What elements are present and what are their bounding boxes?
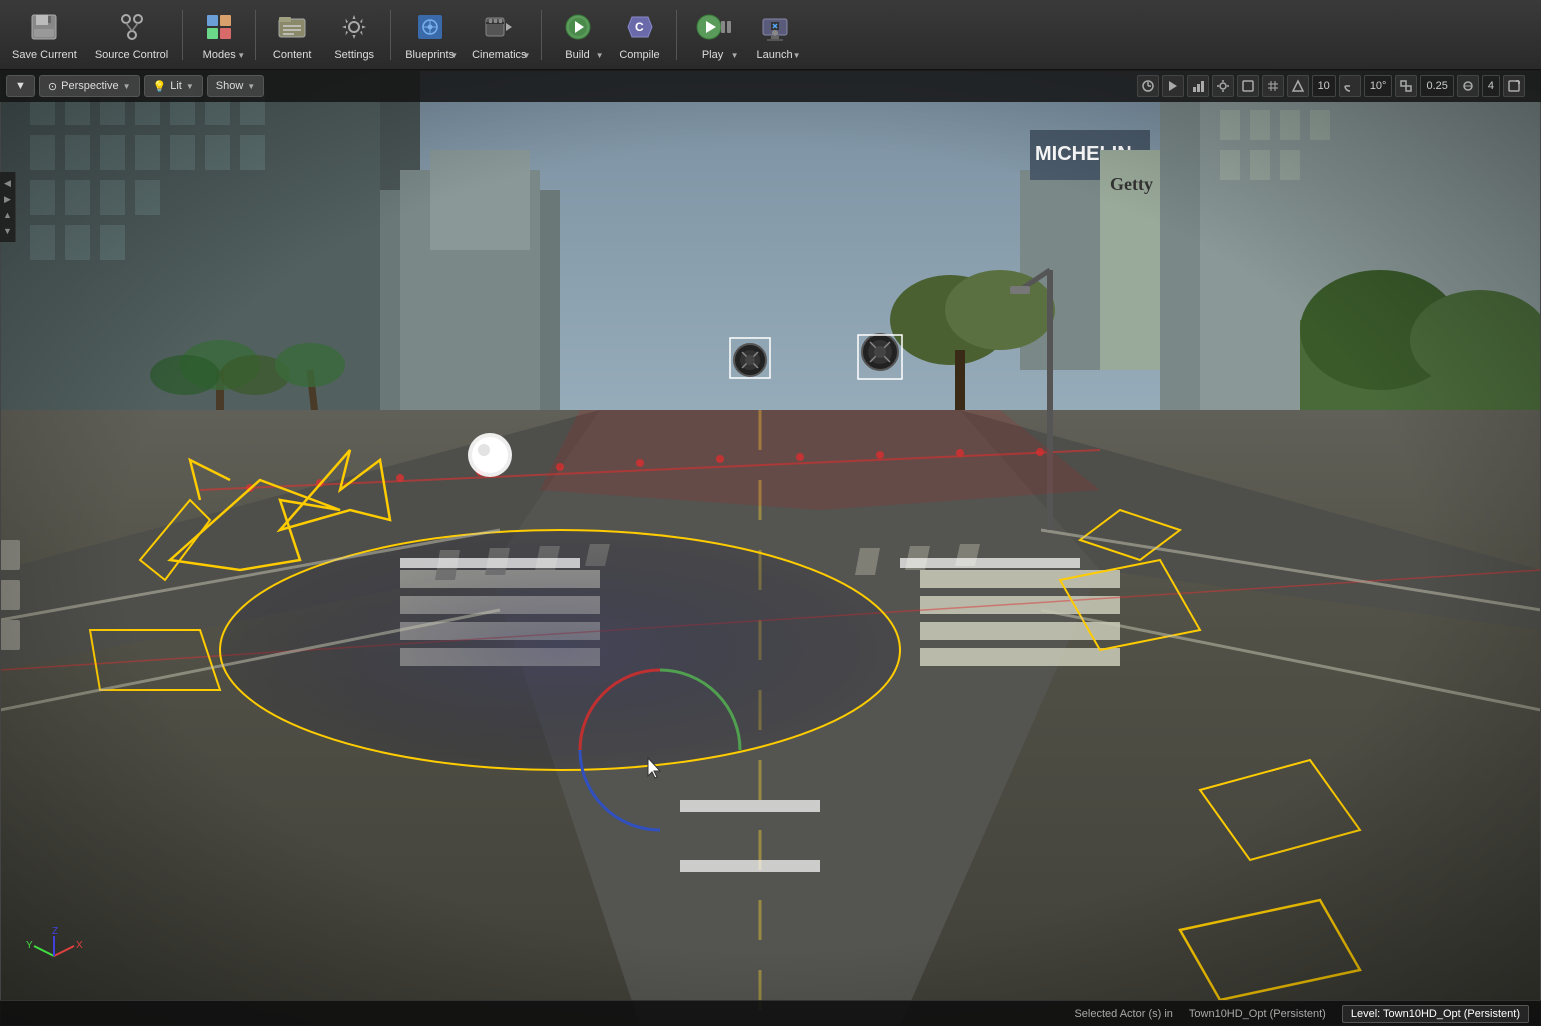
perspective-label: Perspective (61, 80, 118, 92)
selected-actor-text: Selected Actor (s) in (1074, 1008, 1172, 1020)
launch-icon (757, 9, 793, 45)
save-current-button[interactable]: Save Current (4, 4, 85, 66)
restore-viewport-button[interactable] (1503, 75, 1525, 97)
svg-text:Z: Z (52, 926, 58, 937)
svg-text:C: C (635, 20, 644, 34)
show-label: Show (216, 80, 244, 92)
content-label: Content (273, 49, 312, 61)
blueprints-icon (412, 9, 448, 45)
blueprints-label: Blueprints (405, 49, 454, 61)
blueprints-arrow: ▼ (450, 51, 458, 60)
build-arrow: ▼ (596, 51, 604, 60)
play-icon (695, 9, 731, 45)
compile-button[interactable]: C Compile (610, 4, 670, 66)
axis-indicator: X Y Z (24, 926, 84, 986)
separator-4 (541, 10, 542, 60)
lit-icon: 💡 (153, 80, 167, 93)
camera-exposure-button[interactable] (1457, 75, 1479, 97)
source-control-label: Source Control (95, 49, 168, 61)
lit-button[interactable]: 💡 Lit ▼ (144, 75, 203, 97)
show-button[interactable]: Show ▼ (207, 75, 264, 97)
blueprints-button[interactable]: Blueprints ▼ (397, 4, 462, 66)
settings-label: Settings (334, 49, 374, 61)
grid-snap-value[interactable]: 10 (1312, 75, 1336, 97)
left-toolbar-btn-1[interactable]: ◀ (1, 176, 15, 190)
play-label: Play (702, 49, 723, 61)
build-label: Build (565, 49, 589, 61)
launch-arrow: ▼ (793, 51, 801, 60)
viewport-options-button[interactable]: ▼ (6, 75, 35, 97)
content-icon (274, 9, 310, 45)
compile-label: Compile (619, 49, 659, 61)
viewport-settings-button[interactable] (1212, 75, 1234, 97)
content-button[interactable]: Content (262, 4, 322, 66)
status-bar: Selected Actor (s) in Town10HD_Opt (Pers… (0, 1000, 1541, 1026)
scale-snap-button[interactable] (1395, 75, 1417, 97)
viewport-right-controls: 10 10° 0.25 4 (1137, 70, 1525, 102)
rotation-snap-value[interactable]: 10° (1364, 75, 1393, 97)
main-toolbar: Save Current Source Control Modes ▼ (0, 0, 1541, 70)
play-arrow: ▼ (731, 51, 739, 60)
save-current-label: Save Current (12, 49, 77, 61)
perspective-arrow: ▼ (123, 82, 131, 91)
separator-3 (390, 10, 391, 60)
cinematics-button[interactable]: Cinematics ▼ (464, 4, 534, 66)
svg-text:X: X (76, 940, 83, 951)
cinematics-icon (481, 9, 517, 45)
launch-button[interactable]: Launch ▼ (745, 4, 805, 66)
left-toolbar-btn-3[interactable]: ▲ (1, 208, 15, 222)
source-control-icon (114, 9, 150, 45)
settings-button[interactable]: Settings (324, 4, 384, 66)
modes-icon (201, 9, 237, 45)
separator-5 (676, 10, 677, 60)
source-control-button[interactable]: Source Control (87, 4, 176, 66)
perspective-button[interactable]: ⊙ Perspective ▼ (39, 75, 140, 97)
snap-to-surface-button[interactable] (1287, 75, 1309, 97)
viewport-dropdown-arrow: ▼ (15, 80, 26, 92)
modes-arrow: ▼ (237, 51, 245, 60)
play-button[interactable]: Play ▼ (683, 4, 743, 66)
settings-icon (336, 9, 372, 45)
realtime-button[interactable] (1162, 75, 1184, 97)
perspective-icon: ⊙ (48, 80, 57, 93)
modes-label: Modes (203, 49, 236, 61)
lit-arrow: ▼ (186, 82, 194, 91)
viewport-scene[interactable]: MICHELIN Getty (0, 70, 1541, 1026)
camera-exposure-value[interactable]: 4 (1482, 75, 1500, 97)
camera-exposure-number: 4 (1488, 80, 1494, 92)
compile-icon: C (622, 9, 658, 45)
level-label: Level: Town10HD_Opt (Persistent) (1342, 1005, 1529, 1023)
build-button[interactable]: Build ▼ (548, 4, 608, 66)
left-toolbar-btn-2[interactable]: ▶ (1, 192, 15, 206)
rotation-snap-number: 10° (1370, 80, 1387, 92)
launch-label: Launch (756, 49, 792, 61)
lit-label: Lit (170, 80, 182, 92)
level-file-text: Town10HD_Opt (Persistent) (1189, 1008, 1326, 1020)
save-icon (26, 9, 62, 45)
camera-speed-button[interactable] (1137, 75, 1159, 97)
cinematics-label: Cinematics (472, 49, 526, 61)
cinematics-arrow: ▼ (523, 51, 531, 60)
svg-text:Y: Y (26, 940, 33, 951)
grid-toggle-button[interactable] (1262, 75, 1284, 97)
separator-1 (182, 10, 183, 60)
show-arrow: ▼ (247, 82, 255, 91)
scale-snap-value[interactable]: 0.25 (1420, 75, 1453, 97)
build-icon (560, 9, 596, 45)
grid-snap-number: 10 (1318, 80, 1330, 92)
maximize-button[interactable] (1237, 75, 1259, 97)
left-toolbar-btn-4[interactable]: ▼ (1, 224, 15, 238)
scale-snap-number: 0.25 (1426, 80, 1447, 92)
separator-2 (255, 10, 256, 60)
modes-button[interactable]: Modes ▼ (189, 4, 249, 66)
show-stats-button[interactable] (1187, 75, 1209, 97)
left-viewport-toolbar: ◀ ▶ ▲ ▼ (0, 172, 16, 242)
angle-snap-button[interactable] (1339, 75, 1361, 97)
